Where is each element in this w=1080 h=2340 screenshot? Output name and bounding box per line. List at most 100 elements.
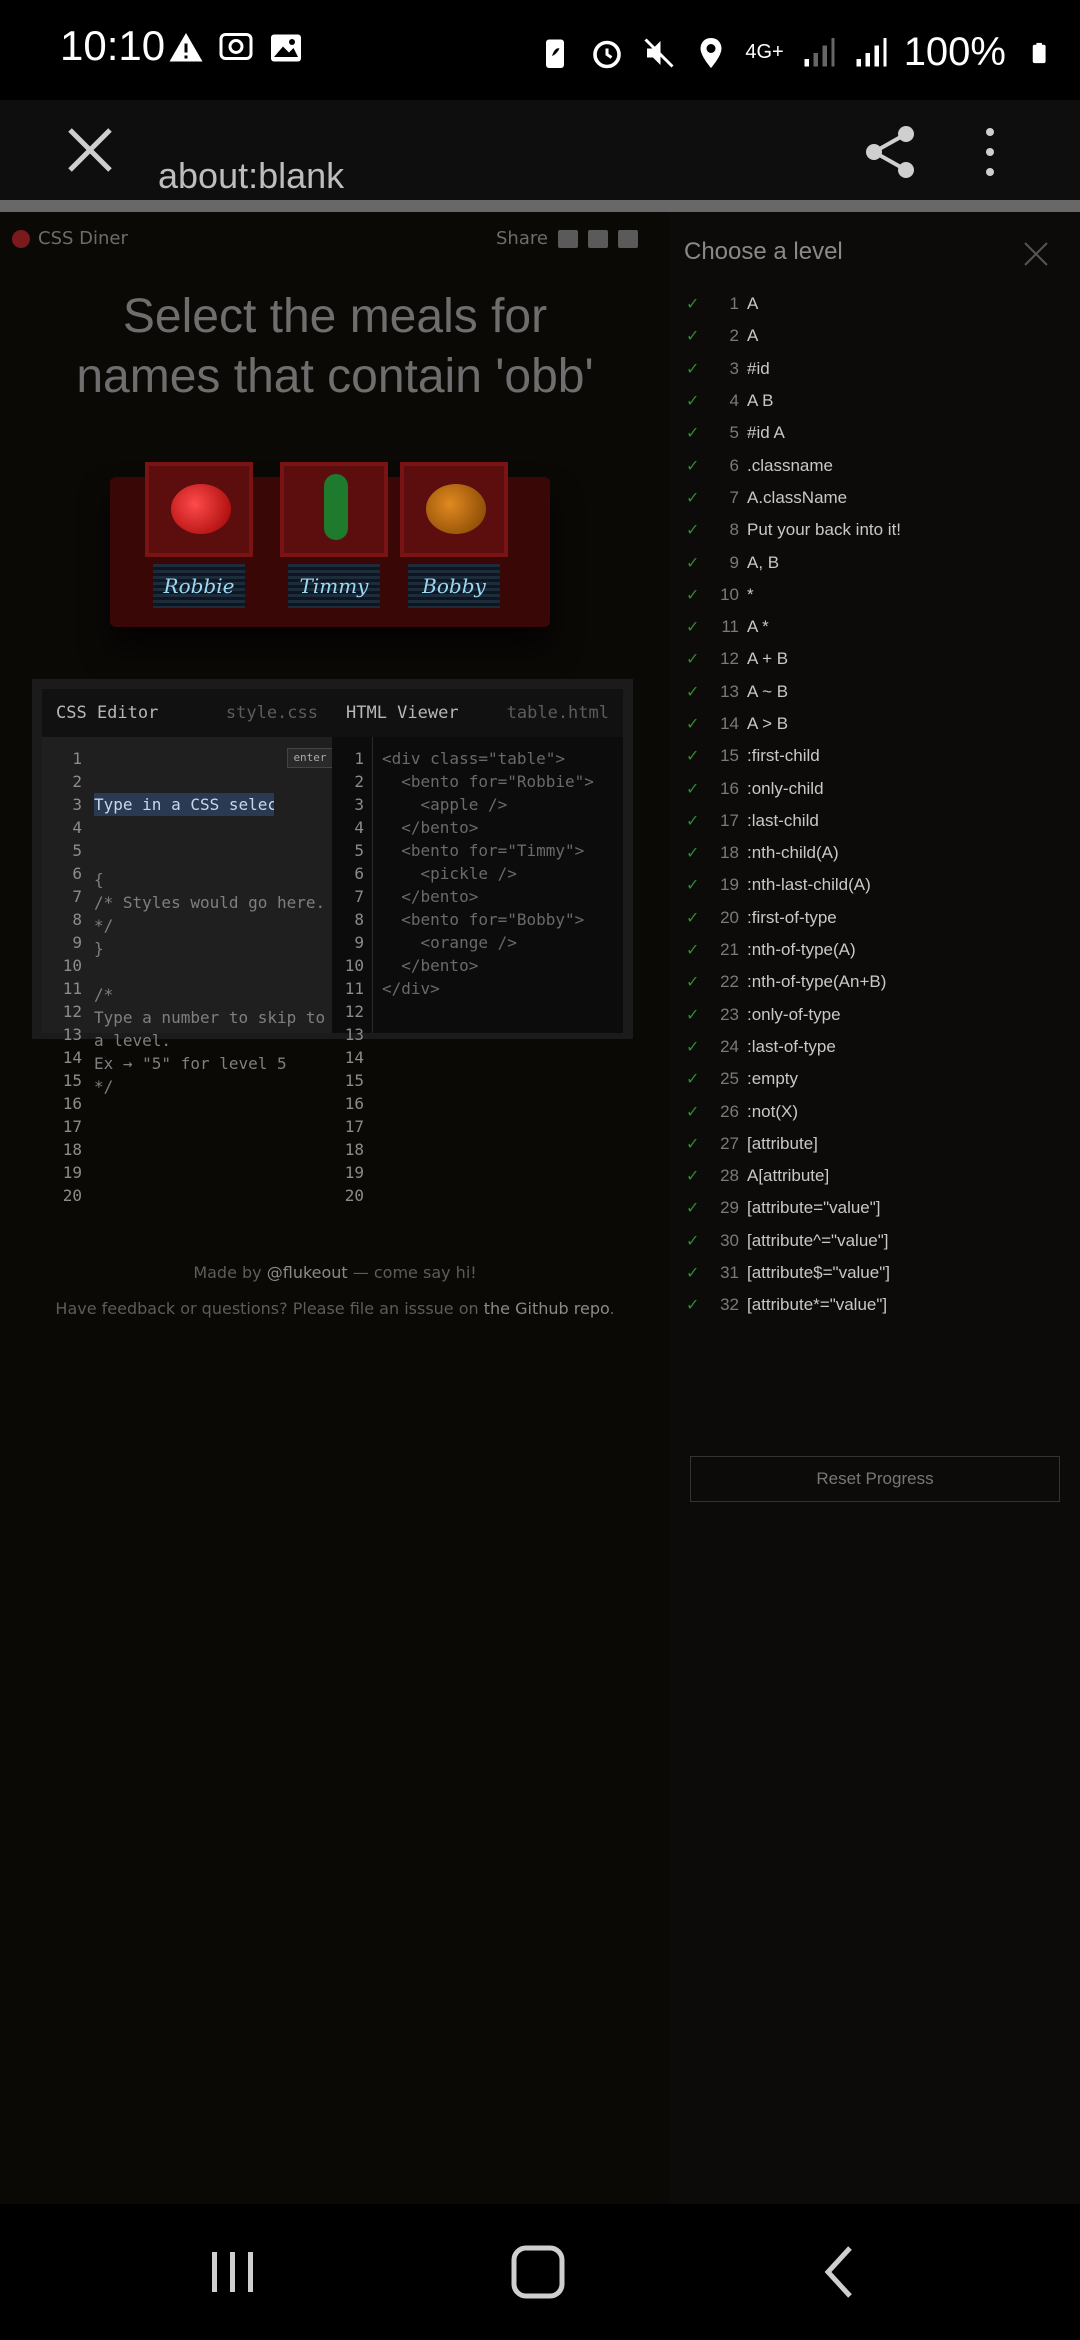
checkmark-icon: ✓ [686,554,700,572]
share-icon[interactable] [858,120,922,184]
facebook-icon[interactable] [587,229,608,248]
level-item[interactable]: ✓ 24:last-of-type [686,1031,1066,1063]
level-item[interactable]: ✓ 2 A [686,320,1066,352]
css-editor-header: CSS Editor style.css [42,689,332,737]
level-item[interactable]: ✓ 8 Put your back into it! [686,514,1066,546]
github-repo-link[interactable]: the Github repo [484,1299,610,1318]
bento-bobby[interactable] [400,462,508,557]
code-line[interactable]: <bento for="Timmy"> [382,839,623,862]
code-line[interactable]: <apple /> [382,793,623,816]
line-number: 14 [62,1048,82,1067]
code-line[interactable]: <orange /> [382,931,623,954]
checkmark-icon: ✓ [686,1071,700,1089]
level-item[interactable]: ✓ 13 A ~ B [686,676,1066,708]
level-item[interactable]: ✓ 5 #id A [686,417,1066,449]
level-item[interactable]: ✓ 7 A.className [686,482,1066,514]
enter-button[interactable]: enter [287,748,333,768]
level-name: :only-child [747,778,824,798]
level-number: 18 [720,843,739,863]
close-icon[interactable] [60,120,120,180]
name-tag: Timmy [288,564,380,608]
dining-table: Robbie Timmy Bobby [110,462,560,652]
level-item[interactable]: ✓ 12 A + B [686,643,1066,675]
level-panel: Choose a level ✓ 1 A ✓ 2 A ✓ 3 #id ✓ 4 A B ✓ 5 #id A ✓ 6… [670,212,1080,2204]
level-item[interactable]: ✓ 9 A, B [686,546,1066,578]
location-icon [700,37,722,68]
line-number: 13 [62,1025,82,1044]
line-number: 14 [344,1048,364,1067]
level-item[interactable]: ✓ 26:not(X) [686,1095,1066,1127]
bento-robbie[interactable] [145,462,253,557]
checkmark-icon: ✓ [686,845,700,863]
level-number: 1 [729,294,739,314]
level-name: A B [747,391,774,411]
level-number: 28 [720,1166,739,1186]
level-item[interactable]: ✓ 17:last-child [686,805,1066,837]
level-item[interactable]: ✓ 25:empty [686,1063,1066,1095]
level-item[interactable]: ✓ 23:only-of-type [686,999,1066,1031]
code-line[interactable]: <bento for="Bobby"> [382,908,623,931]
code-line[interactable]: <div class="table"> [382,747,623,770]
level-item[interactable]: ✓ 14 A > B [686,708,1066,740]
code-line[interactable]: </div> [382,977,623,1000]
close-icon[interactable] [1022,240,1050,268]
code-line[interactable]: <pickle /> [382,862,623,885]
level-number: 5 [729,423,739,443]
bento-timmy[interactable] [280,462,388,557]
level-item[interactable]: ✓ 3 #id [686,353,1066,385]
twitter-icon[interactable] [617,229,638,248]
level-item[interactable]: ✓ 30 [attribute^="value"] [686,1225,1066,1257]
author-link[interactable]: @flukeout [267,1263,348,1282]
url-text[interactable]: about:blank [158,155,344,197]
orange-icon[interactable] [426,484,486,534]
apple-icon[interactable] [171,484,231,534]
recent-apps-icon[interactable] [200,2240,264,2304]
level-item[interactable]: ✓ 11 A * [686,611,1066,643]
level-item[interactable]: ✓ 1 A [686,288,1066,320]
more-options-icon[interactable] [974,120,1006,184]
home-icon[interactable] [506,2240,570,2304]
line-number: 7 [354,887,364,906]
pickle-icon[interactable] [324,474,348,540]
level-item[interactable]: ✓ 4 A B [686,385,1066,417]
level-name: :last-child [747,810,819,830]
line-number: 16 [62,1094,82,1113]
email-icon[interactable] [557,229,578,248]
level-name: [attribute*="value"] [747,1295,888,1315]
code-line: Ex → "5" for level 5 [94,1054,287,1073]
level-item[interactable]: ✓ 29 [attribute="value"] [686,1192,1066,1224]
code-line[interactable]: </bento> [382,816,623,839]
back-icon[interactable] [810,2240,874,2304]
level-item[interactable]: ✓ 15:first-child [686,740,1066,772]
html-code[interactable]: <div class="table"> <bento for="Robbie">… [382,747,623,1000]
level-item[interactable]: ✓ 27 [attribute] [686,1128,1066,1160]
level-item[interactable]: ✓ 19:nth-last-child(A) [686,869,1066,901]
level-item[interactable]: ✓ 31 [attribute$="value"] [686,1257,1066,1289]
battery-percent: 100% [903,30,1006,74]
code-line[interactable]: </bento> [382,885,623,908]
level-name: A + B [747,649,789,669]
level-item[interactable]: ✓ 32 [attribute*="value"] [686,1289,1066,1321]
level-item[interactable]: ✓ 6 .classname [686,449,1066,481]
level-item[interactable]: ✓ 18:nth-child(A) [686,837,1066,869]
level-item[interactable]: ✓ 21:nth-of-type(A) [686,934,1066,966]
nav-bar [0,2204,1080,2340]
css-selector-input[interactable]: Type in a CSS selector [94,793,274,816]
line-number: 10 [344,956,364,975]
reset-progress-button[interactable]: Reset Progress [690,1456,1060,1502]
brand[interactable]: CSS Diner [12,228,128,249]
level-item[interactable]: ✓ 10 * [686,579,1066,611]
level-item[interactable]: ✓ 20:first-of-type [686,902,1066,934]
notification-icons [168,30,304,66]
code-line[interactable]: </bento> [382,954,623,977]
html-viewer-header: HTML Viewer table.html [332,689,623,737]
level-item[interactable]: ✓ 22:nth-of-type(An+B) [686,966,1066,998]
level-name: :first-of-type [747,907,837,927]
code-line[interactable]: <bento for="Robbie"> [382,770,623,793]
line-number: 15 [344,1071,364,1090]
level-item[interactable]: ✓ 16:only-child [686,772,1066,804]
checkmark-icon: ✓ [686,683,700,701]
level-name: :only-of-type [747,1004,841,1024]
level-item[interactable]: ✓ 28 A[attribute] [686,1160,1066,1192]
checkmark-icon: ✓ [686,425,700,443]
